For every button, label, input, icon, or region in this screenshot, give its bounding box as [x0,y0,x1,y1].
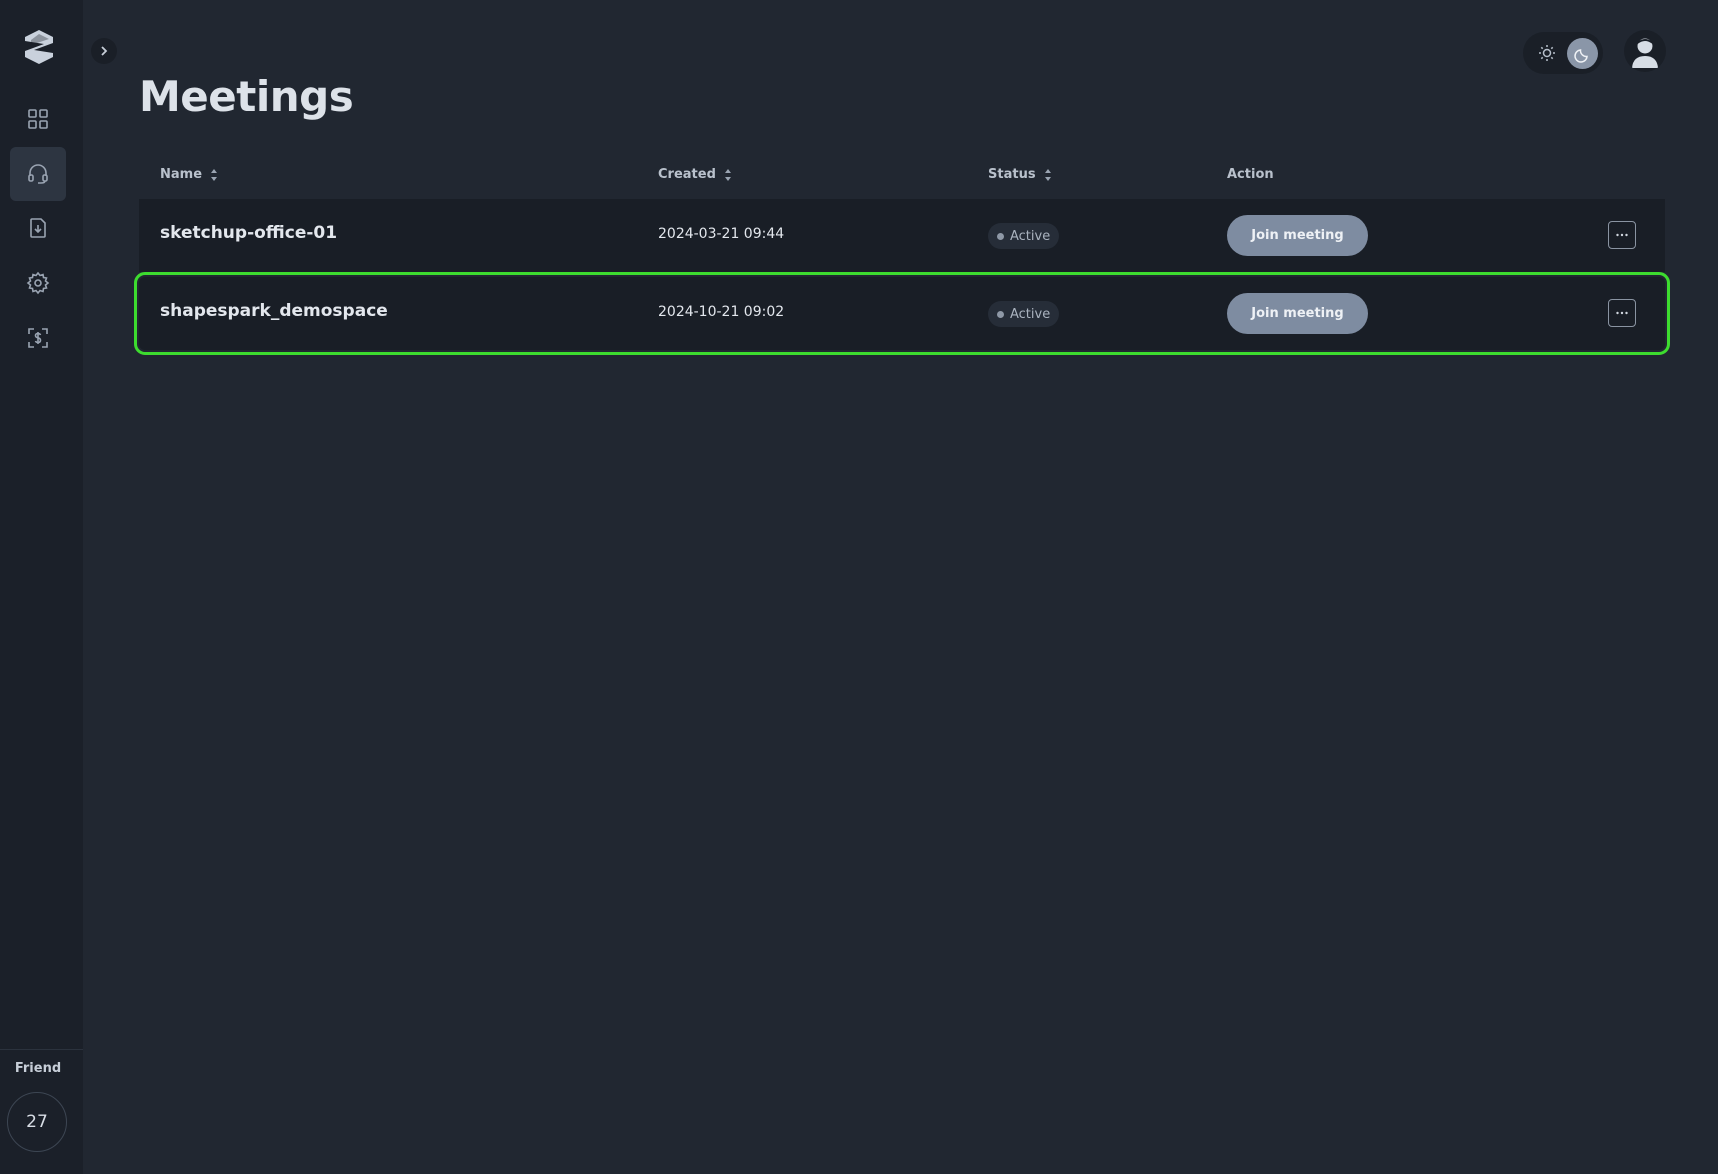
chevron-right-icon [101,46,108,56]
join-meeting-button[interactable]: Join meeting [1227,215,1368,256]
column-header-name[interactable]: Name [160,167,218,182]
table-row[interactable]: sketchup-office-01 2024-03-21 09:44 Acti… [139,199,1665,272]
sort-icon [1044,168,1051,181]
status-dot [997,232,1004,240]
more-options-button[interactable] [1608,299,1636,327]
status-dot [997,310,1004,318]
sidebar-item-dashboard[interactable] [10,92,66,146]
column-header-created-label: Created [658,167,716,182]
user-avatar-icon [1632,38,1658,68]
table-header: Name Created Status Action [139,160,1665,190]
status-label: Active [1010,306,1051,322]
friend-label: Friend [14,1061,62,1076]
column-header-action: Action [1227,167,1274,182]
column-header-created[interactable]: Created [658,167,732,182]
sort-icon [211,168,218,181]
table-row[interactable]: shapespark_demospace 2024-10-21 09:02 Ac… [134,272,1670,355]
meeting-created: 2024-03-21 09:44 [658,226,785,242]
sidebar-item-settings[interactable] [10,256,66,310]
sidebar-item-downloads[interactable] [10,201,66,255]
meeting-name: shapespark_demospace [160,301,388,321]
download-file-icon [30,218,46,238]
sort-icon [724,168,731,181]
ellipsis-icon [1616,311,1628,315]
shapespark-logo-icon[interactable] [22,28,56,66]
column-header-name-label: Name [160,167,203,182]
status-badge: Active [988,223,1060,249]
theme-toggle[interactable] [1523,32,1603,74]
column-header-action-label: Action [1227,167,1274,182]
moon-icon [1573,48,1588,63]
sidebar-expand-button[interactable] [91,38,117,64]
sidebar-item-meetings[interactable] [10,147,66,201]
more-options-button[interactable] [1608,221,1636,249]
meeting-name: sketchup-office-01 [160,223,338,243]
sidebar-divider [0,1049,83,1050]
friend-count-badge[interactable]: 27 [7,1092,67,1152]
page-title: Meetings [139,72,354,121]
sidebar-item-billing[interactable] [10,311,66,365]
dark-mode-option[interactable] [1567,38,1598,69]
meeting-created: 2024-10-21 09:02 [658,304,785,320]
dashboard-grid-icon [28,109,48,129]
headset-icon [28,164,48,184]
status-badge: Active [988,301,1060,327]
billing-dollar-icon [28,328,48,348]
sidebar: Friend 27 [0,0,83,1174]
column-header-status-label: Status [988,167,1036,182]
column-header-status[interactable]: Status [988,167,1052,182]
user-avatar[interactable] [1624,30,1666,72]
status-label: Active [1010,228,1051,244]
sun-icon[interactable] [1536,42,1558,64]
join-meeting-button[interactable]: Join meeting [1227,293,1368,334]
ellipsis-icon [1616,233,1628,237]
gear-icon [26,271,50,295]
